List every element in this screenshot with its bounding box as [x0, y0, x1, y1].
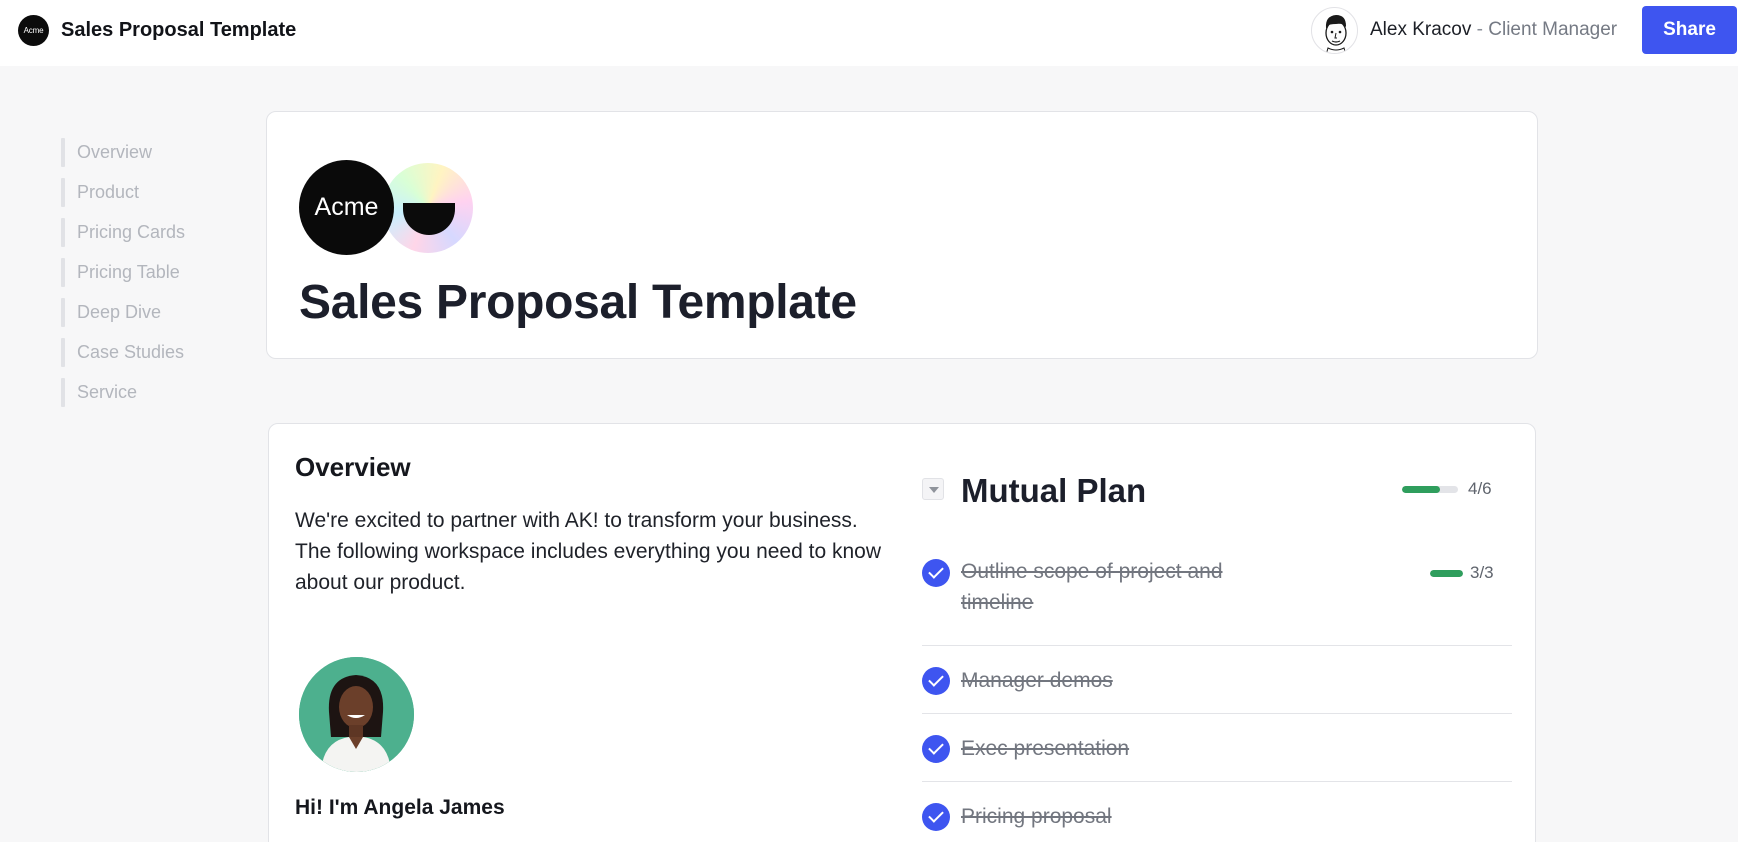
hero-card: Acme Sales Proposal Template [266, 111, 1538, 359]
partner-logo-icon [383, 163, 473, 253]
acme-logo: Acme [299, 160, 394, 255]
plan-progress-label: 4/6 [1468, 479, 1492, 498]
plan-task[interactable]: Outline scope of project and timeline 3/… [922, 543, 1512, 646]
task-progress-fill [1430, 570, 1463, 577]
collapse-toggle-icon[interactable] [922, 478, 944, 500]
user-role: Client Manager [1488, 19, 1618, 40]
checked-circle-icon[interactable] [922, 803, 950, 831]
mutual-plan-title: Mutual Plan [961, 472, 1147, 509]
cartoon-face-icon [1325, 15, 1347, 53]
overview-text: We're excited to partner with AK! to tra… [295, 509, 882, 594]
task-label: Exec presentation [961, 737, 1130, 760]
rep-greeting: Hi! I'm Angela James [295, 796, 505, 819]
top-bar: Acme Sales Proposal Template Alex Kracov… [0, 0, 1738, 66]
task-label: Manager demos [961, 669, 1113, 692]
plan-task[interactable]: Exec presentation [922, 714, 1512, 782]
plan-progress-bar [1402, 486, 1458, 493]
plan-progress-fill [1402, 486, 1440, 493]
section-nav: Overview Product Pricing Cards Pricing T… [61, 138, 185, 418]
sidebar-item-pricing-table[interactable]: Pricing Table [61, 258, 185, 287]
overview-card: Overview We're excited to partner with A… [268, 423, 1536, 842]
checked-circle-icon[interactable] [922, 559, 950, 587]
plan-task[interactable]: Pricing proposal [922, 782, 1512, 842]
sidebar-item-pricing-cards[interactable]: Pricing Cards [61, 218, 185, 247]
acme-logo-icon[interactable]: Acme [18, 15, 49, 46]
checked-circle-icon[interactable] [922, 667, 950, 695]
task-label: Pricing proposal [961, 805, 1112, 828]
plan-task[interactable]: Manager demos [922, 646, 1512, 714]
sidebar-item-deep-dive[interactable]: Deep Dive [61, 298, 185, 327]
user-separator: - [1471, 19, 1489, 40]
sidebar-item-overview[interactable]: Overview [61, 138, 185, 167]
rep-avatar [299, 657, 414, 772]
document-title: Sales Proposal Template [61, 19, 297, 41]
user-name: Alex Kracov [1370, 19, 1472, 40]
task-progress-label: 3/3 [1470, 563, 1494, 582]
page-title: Sales Proposal Template [299, 276, 857, 329]
user-info: Alex Kracov - Client Manager [1370, 19, 1617, 41]
task-progress-bar [1430, 570, 1463, 577]
user-avatar[interactable] [1311, 7, 1358, 54]
sidebar-item-service[interactable]: Service [61, 378, 185, 407]
checked-circle-icon[interactable] [922, 735, 950, 763]
task-label: Outline scope of project and timeline [961, 560, 1223, 614]
sidebar-item-product[interactable]: Product [61, 178, 185, 207]
overview-heading: Overview [295, 452, 411, 482]
person-portrait-icon [299, 657, 414, 772]
sidebar-item-case-studies[interactable]: Case Studies [61, 338, 185, 367]
share-button[interactable]: Share [1642, 6, 1737, 54]
